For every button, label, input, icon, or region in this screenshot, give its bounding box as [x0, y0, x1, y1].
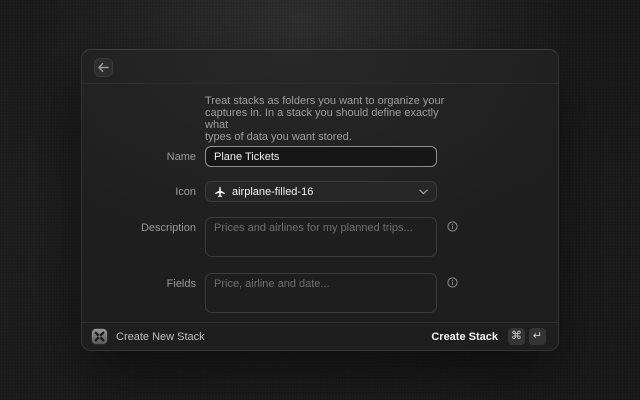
description-row: Description	[95, 217, 545, 257]
intro-text: Treat stacks as folders you want to orga…	[205, 95, 455, 143]
fields-row: Fields	[95, 273, 545, 313]
footer-title: Create New Stack	[116, 331, 205, 343]
create-stack-button[interactable]: Create Stack	[431, 331, 498, 343]
arrow-left-icon	[98, 63, 109, 72]
create-stack-modal: Treat stacks as folders you want to orga…	[81, 49, 559, 351]
icon-row: Icon airplane-filled-16	[95, 181, 545, 202]
fields-label: Fields	[95, 273, 196, 290]
footer-right: Create Stack ⌘ ↵	[431, 328, 546, 345]
icon-select[interactable]: airplane-filled-16	[205, 181, 437, 202]
modal-header	[82, 50, 558, 84]
icon-select-value: airplane-filled-16	[232, 186, 419, 198]
modal-footer: Create New Stack Create Stack ⌘ ↵	[82, 322, 558, 350]
airplane-icon	[214, 186, 226, 198]
fields-textarea[interactable]	[205, 273, 437, 313]
fields-info-icon[interactable]	[447, 277, 458, 288]
app-logo-icon	[91, 328, 108, 345]
description-label: Description	[95, 217, 196, 234]
description-info-icon[interactable]	[447, 221, 458, 232]
chevron-down-icon	[419, 189, 428, 195]
back-button[interactable]	[94, 58, 113, 77]
return-key-icon: ↵	[529, 328, 546, 345]
name-input[interactable]	[205, 146, 437, 167]
name-label: Name	[95, 151, 196, 163]
command-key-icon: ⌘	[508, 328, 525, 345]
icon-label: Icon	[95, 186, 196, 198]
footer-left: Create New Stack	[91, 328, 431, 345]
description-textarea[interactable]	[205, 217, 437, 257]
name-row: Name	[95, 146, 545, 167]
